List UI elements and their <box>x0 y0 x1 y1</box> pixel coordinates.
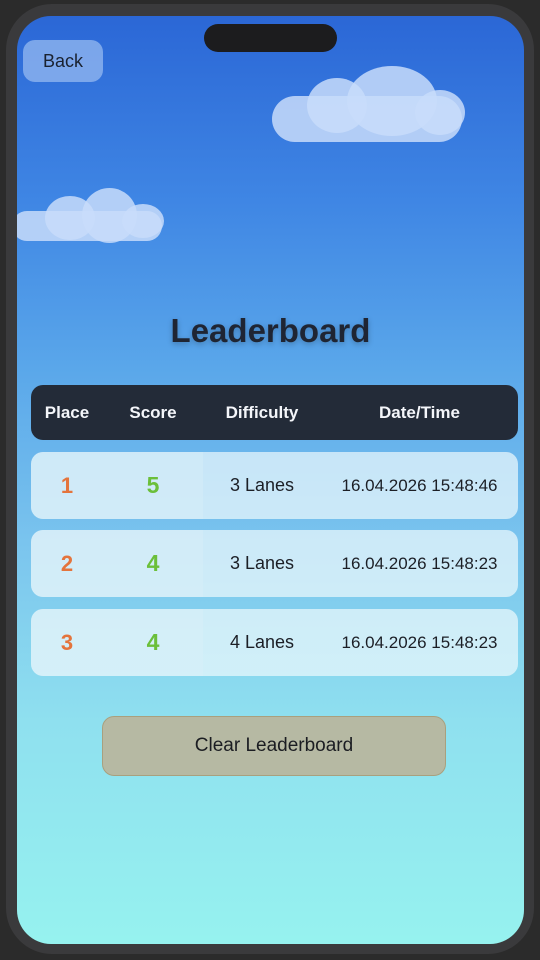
row-difficulty: 3 Lanes <box>229 475 295 495</box>
column-header-difficulty: Difficulty <box>225 402 299 422</box>
table-row: 2 4 3 Lanes 16.04.2026 15:48:23 <box>31 530 518 597</box>
column-header-datetime: Date/Time <box>379 402 460 422</box>
row-difficulty: 3 Lanes <box>229 553 295 573</box>
table-row: 1 5 3 Lanes 16.04.2026 15:48:46 <box>31 452 518 519</box>
row-datetime: 16.04.2026 15:48:46 <box>341 475 498 495</box>
row-place: 1 <box>60 472 74 498</box>
row-datetime: 16.04.2026 15:48:23 <box>341 553 498 573</box>
row-place: 2 <box>60 550 74 576</box>
camera-notch <box>204 24 337 52</box>
clear-leaderboard-button[interactable]: Clear Leaderboard <box>102 716 446 776</box>
row-score: 4 <box>146 629 160 655</box>
row-difficulty: 4 Lanes <box>229 632 295 652</box>
row-score: 5 <box>146 472 160 498</box>
column-header-score: Score <box>129 402 177 422</box>
back-button[interactable]: Back <box>23 40 103 82</box>
table-header: Place Score Difficulty Date/Time <box>31 385 518 440</box>
column-header-place: Place <box>44 402 90 422</box>
row-place: 3 <box>60 629 74 655</box>
table-row: 3 4 4 Lanes 16.04.2026 15:48:23 <box>31 609 518 676</box>
page-title: Leaderboard <box>170 312 371 349</box>
row-datetime: 16.04.2026 15:48:23 <box>341 632 498 652</box>
row-score: 4 <box>146 550 160 576</box>
